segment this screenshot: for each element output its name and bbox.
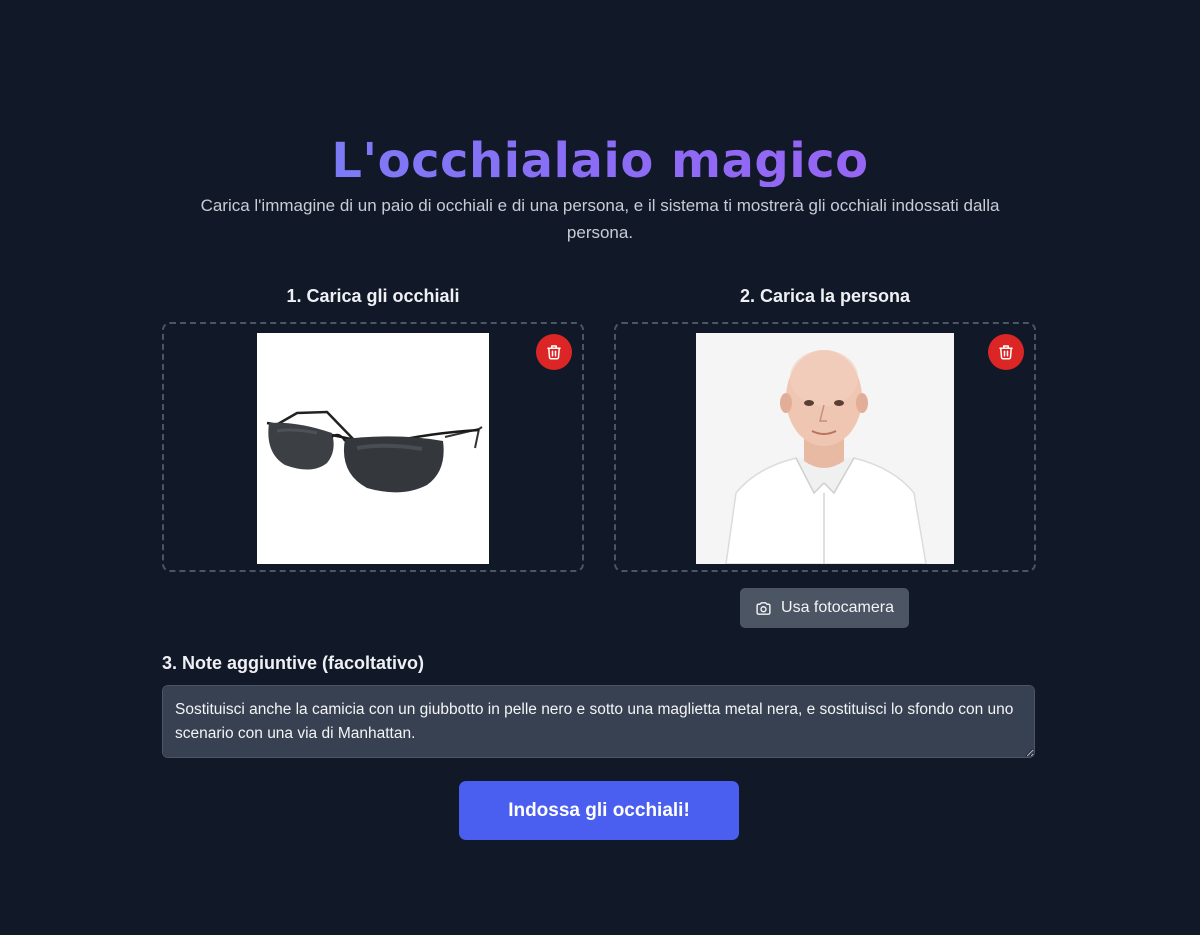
trash-icon: [999, 345, 1013, 360]
glasses-preview-image: [257, 333, 489, 564]
use-camera-label: Usa fotocamera: [781, 599, 894, 616]
glasses-heading: 1. Carica gli occhiali: [286, 286, 460, 306]
glasses-dropzone[interactable]: [162, 322, 584, 572]
page-title: L'occhialaio magico: [0, 135, 1200, 187]
submit-button[interactable]: Indossa gli occhiali!: [459, 781, 739, 840]
person-dropzone[interactable]: [614, 322, 1036, 572]
use-camera-button[interactable]: Usa fotocamera: [740, 588, 909, 628]
delete-glasses-button[interactable]: [536, 334, 572, 370]
notes-textarea[interactable]: Sostituisci anche la camicia con un giub…: [162, 685, 1035, 758]
camera-icon: [756, 601, 771, 615]
delete-person-button[interactable]: [988, 334, 1024, 370]
person-photo: [696, 333, 954, 564]
notes-label: 3. Note aggiuntive (facoltativo): [162, 653, 425, 673]
person-heading: 2. Carica la persona: [739, 286, 911, 306]
person-preview-image: [696, 333, 954, 564]
trash-icon: [547, 345, 561, 360]
page: L'occhialaio magico Carica l'immagine di…: [0, 0, 1200, 935]
page-subtitle: Carica l'immagine di un paio di occhiali…: [200, 196, 1000, 242]
sunglasses-photo: [257, 333, 489, 564]
